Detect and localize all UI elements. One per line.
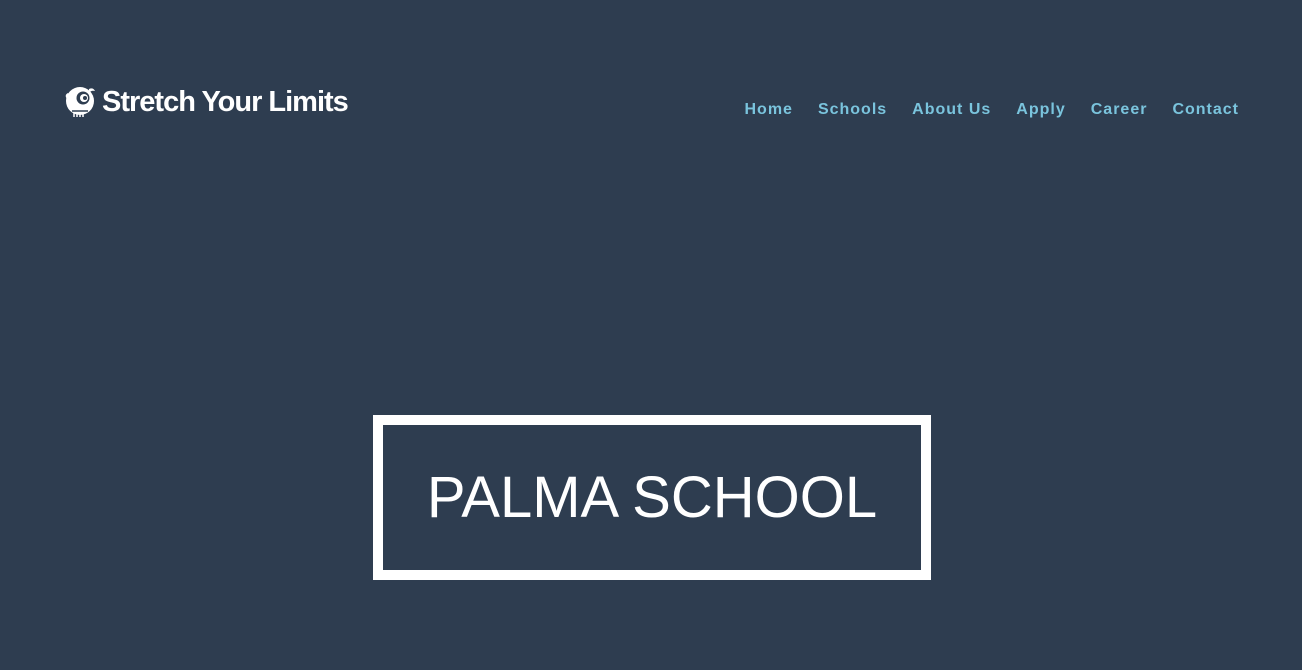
main-nav: Home Schools About Us Apply Career Conta… <box>719 100 1239 120</box>
nav-item-schools[interactable]: Schools <box>818 100 887 120</box>
nav-item-apply[interactable]: Apply <box>1016 100 1065 120</box>
brand-title: Stretch Your Limits <box>102 86 349 118</box>
hero-title: PALMA SCHOOL <box>426 465 878 530</box>
nav-item-about-us[interactable]: About Us <box>912 100 991 120</box>
nav-item-career[interactable]: Career <box>1091 100 1148 120</box>
brand-logo-link[interactable]: Stretch Your Limits <box>63 84 349 120</box>
bird-icon <box>63 85 97 119</box>
site-header: Stretch Your Limits Home Schools About U… <box>0 0 1302 200</box>
hero-title-frame: PALMA SCHOOL <box>373 415 931 580</box>
nav-item-home[interactable]: Home <box>744 100 792 120</box>
nav-item-contact[interactable]: Contact <box>1172 100 1239 120</box>
